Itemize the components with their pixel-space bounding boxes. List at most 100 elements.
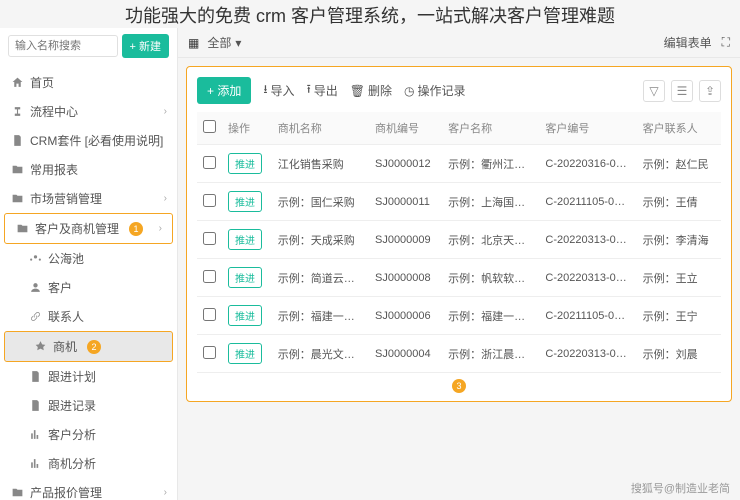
search-input[interactable] <box>8 35 118 57</box>
delete-link[interactable]: 🗑 删除 <box>350 82 392 99</box>
table-row[interactable]: 推进江化销售采购SJ0000012示例：衢州江化集团C-20220316-000… <box>197 145 721 183</box>
row-check[interactable] <box>203 156 216 169</box>
folder-icon <box>10 163 24 177</box>
row-check[interactable] <box>203 346 216 359</box>
cell-ccode: C-20211105-0000004 <box>539 297 636 335</box>
nav-item-13[interactable]: 商机分析 <box>0 449 177 478</box>
cell-ccode: C-20220316-0000001 <box>539 145 636 183</box>
sidebar: + 新建 首页流程中心 › CRM套件 [必看使用说明] 常用报表市场营销管理›客户及… <box>0 28 178 500</box>
nav-item-4[interactable]: 市场营销管理› <box>0 184 177 213</box>
table-row[interactable]: 推进示例：简道云采购SJ0000008示例：帆软软件有限公司C-20220313… <box>197 259 721 297</box>
share-icon[interactable]: ⇪ <box>699 80 721 102</box>
pool-icon <box>28 252 42 266</box>
content-area: + 添加 ⭳ 导入 ⭱ 导出 🗑 删除 ◷ 操作记录 ▽ ☰ ⇪ 操作商机名称商… <box>186 66 732 402</box>
main: ▦ 全部▾ 编辑表单 ⛶ + 添加 ⭳ 导入 ⭱ 导出 🗑 删除 ◷ 操作记录 … <box>178 28 740 500</box>
doc-icon <box>28 399 42 413</box>
nav-label: 公海池 <box>48 250 84 267</box>
advance-button[interactable]: 推进 <box>228 305 262 326</box>
cell-ccode: C-20211105-0000001 <box>539 183 636 221</box>
add-button[interactable]: + 添加 <box>197 77 251 104</box>
user-icon <box>28 281 42 295</box>
nav-list: 首页流程中心 › CRM套件 [必看使用说明] 常用报表市场营销管理›客户及商机管理1… <box>0 64 177 500</box>
cell-code: SJ0000011 <box>369 183 442 221</box>
edit-form-link[interactable]: 编辑表单 <box>664 34 712 51</box>
cell-contact: 示例：王宁 <box>637 297 721 335</box>
opp-icon <box>33 340 47 354</box>
nav-item-2[interactable]: CRM套件 [必看使用说明] <box>0 126 177 155</box>
new-button[interactable]: + 新建 <box>122 34 169 58</box>
table-row[interactable]: 推进示例：天成采购SJ0000009示例：北京天诚软件…C-20220313-0… <box>197 221 721 259</box>
row-check[interactable] <box>203 308 216 321</box>
row-check[interactable] <box>203 232 216 245</box>
cell-ccode: C-20220313-0000004 <box>539 335 636 373</box>
page-headline: 功能强大的免费 crm 客户管理系统，一站式解决客户管理难题 <box>0 2 740 28</box>
nav-label: 跟进记录 <box>48 397 96 414</box>
grid-icon[interactable]: ▦ <box>188 36 199 50</box>
row-check[interactable] <box>203 194 216 207</box>
folder-icon <box>15 222 29 236</box>
nav-item-11[interactable]: 跟进记录 <box>0 391 177 420</box>
nav-label: 客户 <box>48 279 72 296</box>
select-all[interactable] <box>203 120 216 133</box>
watermark: 搜狐号@制造业老简 <box>631 480 730 496</box>
nav-label: 客户分析 <box>48 426 96 443</box>
col-header[interactable]: 商机编号 <box>369 112 442 145</box>
advance-button[interactable]: 推进 <box>228 267 262 288</box>
nav-item-14[interactable]: 产品报价管理› <box>0 478 177 500</box>
nav-item-10[interactable]: 跟进计划 <box>0 362 177 391</box>
cell-name: 示例：简道云采购 <box>272 259 369 297</box>
folder-icon <box>10 486 24 500</box>
advance-button[interactable]: 推进 <box>228 229 262 250</box>
col-header[interactable]: 客户联系人 <box>637 112 721 145</box>
cell-contact: 示例：李清海 <box>637 221 721 259</box>
col-header[interactable]: 操作 <box>222 112 272 145</box>
view-selector[interactable]: 全部▾ <box>207 34 241 51</box>
advance-button[interactable]: 推进 <box>228 153 262 174</box>
cell-contact: 示例：王倩 <box>637 183 721 221</box>
nav-item-12[interactable]: 客户分析 <box>0 420 177 449</box>
nav-label: 市场营销管理 <box>30 190 102 207</box>
nav-item-9[interactable]: 商机2 <box>4 331 173 362</box>
expand-icon[interactable]: ⛶ <box>722 35 730 50</box>
advance-button[interactable]: 推进 <box>228 191 262 212</box>
log-link[interactable]: ◷ 操作记录 <box>404 82 466 99</box>
cell-cust: 示例：北京天诚软件… <box>442 221 539 259</box>
cell-name: 示例：福建一高3月订单 <box>272 297 369 335</box>
nav-item-8[interactable]: 联系人 <box>0 302 177 331</box>
link-icon <box>28 310 42 324</box>
doc-icon <box>10 134 24 148</box>
import-link[interactable]: ⭳ 导入 <box>263 80 294 101</box>
cell-cust: 示例：浙江晨光文具… <box>442 335 539 373</box>
chevron-icon: › <box>164 106 167 117</box>
cell-contact: 示例：赵仁民 <box>637 145 721 183</box>
cell-cust: 示例：衢州江化集团 <box>442 145 539 183</box>
cell-code: SJ0000012 <box>369 145 442 183</box>
nav-item-6[interactable]: 公海池 <box>0 244 177 273</box>
nav-item-7[interactable]: 客户 <box>0 273 177 302</box>
nav-item-1[interactable]: 流程中心 › <box>0 97 177 126</box>
nav-item-0[interactable]: 首页 <box>0 68 177 97</box>
folder-icon <box>10 192 24 206</box>
row-check[interactable] <box>203 270 216 283</box>
advance-button[interactable]: 推进 <box>228 343 262 364</box>
nav-label: 产品报价管理 <box>30 484 102 500</box>
col-header[interactable]: 商机名称 <box>272 112 369 145</box>
nav-label: CRM套件 [必看使用说明] <box>30 132 163 149</box>
nav-label: 首页 <box>30 74 54 91</box>
export-link[interactable]: ⭱ 导出 <box>307 80 338 101</box>
col-header[interactable]: 客户编号 <box>539 112 636 145</box>
table-row[interactable]: 推进示例：福建一高3月订单SJ0000006示例：福建一高集团C-2021110… <box>197 297 721 335</box>
table-row[interactable]: 推进示例：国仁采购SJ0000011示例：上海国仁有限…C-20211105-0… <box>197 183 721 221</box>
home-icon <box>10 76 24 90</box>
nav-item-3[interactable]: 常用报表 <box>0 155 177 184</box>
table-row[interactable]: 推进示例：晨光文具设备…SJ0000004示例：浙江晨光文具…C-2022031… <box>197 335 721 373</box>
cell-ccode: C-20220313-0000001 <box>539 259 636 297</box>
col-header[interactable]: 客户名称 <box>442 112 539 145</box>
columns-icon[interactable]: ☰ <box>671 80 693 102</box>
nav-label: 商机 <box>53 338 77 355</box>
filter-icon[interactable]: ▽ <box>643 80 665 102</box>
nav-label: 流程中心 <box>30 103 78 120</box>
nav-item-5[interactable]: 客户及商机管理1› <box>4 213 173 244</box>
cell-code: SJ0000006 <box>369 297 442 335</box>
chart-icon <box>28 428 42 442</box>
